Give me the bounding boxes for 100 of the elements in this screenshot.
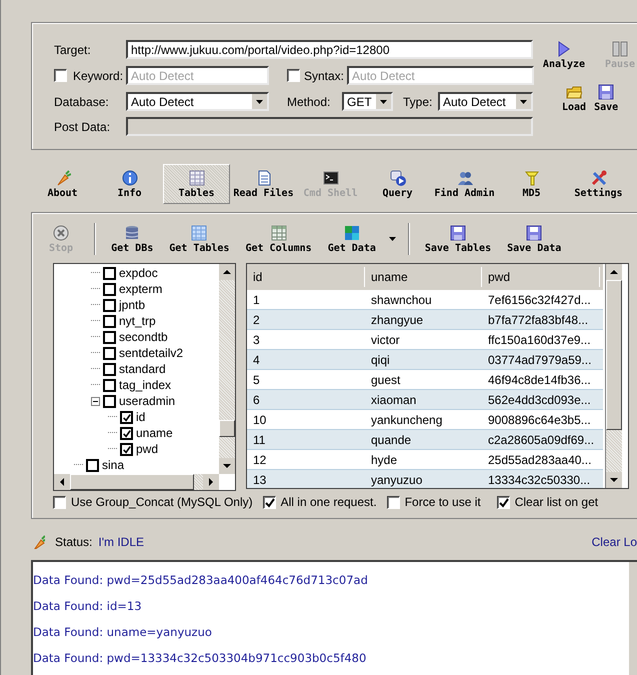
tree-item[interactable]: pwd	[136, 442, 158, 456]
field-label: Target:	[54, 42, 92, 56]
checkbox[interactable]	[54, 69, 67, 82]
tools-icon	[590, 170, 606, 186]
scrollbar[interactable]	[54, 474, 219, 490]
collapse-toggle[interactable]	[91, 396, 100, 406]
checkbox[interactable]	[103, 282, 116, 296]
table-tree[interactable]: expdoc expterm jpntb nyt_trp secondtb sentdetailv2 standard tag_index useradmin id uname pwd sina	[53, 263, 236, 491]
scrollbar[interactable]	[605, 264, 622, 488]
table-cell-text: qiqi	[370, 352, 391, 366]
checkbox[interactable]	[103, 266, 116, 280]
checkbox[interactable]	[103, 362, 116, 376]
column-header[interactable]: uname	[365, 267, 482, 287]
toolbar-button[interactable]: Save Data	[502, 221, 566, 257]
tree-item[interactable]: standard	[119, 362, 166, 376]
column-header[interactable]: pwd	[482, 267, 600, 287]
toolbar-button[interactable]: Save	[590, 83, 622, 114]
caret-icon	[388, 237, 396, 241]
table-cell-text: 13334c32c50330...	[487, 472, 592, 486]
url-field[interactable]: http://www.jukuu.com/portal/video.php?id=12800	[126, 40, 533, 59]
checkbox[interactable]	[120, 410, 133, 424]
tree-item[interactable]: uname	[136, 426, 173, 440]
toolbar-button[interactable]: Get Tables	[164, 221, 234, 257]
stop-icon	[53, 225, 70, 241]
checkbox[interactable]	[386, 496, 400, 508]
tree-item[interactable]: sina	[102, 458, 124, 472]
log-line: Data Found: id=13	[33, 599, 143, 615]
checkbox[interactable]	[103, 298, 116, 312]
toolbar-button[interactable]: Get DBs	[106, 221, 158, 257]
tab[interactable]: About	[29, 164, 96, 204]
keyword-field[interactable]: Auto Detect	[126, 66, 269, 85]
checkbox[interactable]	[103, 394, 116, 408]
tab[interactable]: Tables	[163, 164, 230, 204]
checkbox[interactable]	[120, 426, 133, 440]
toolbar-button[interactable]: Save Tables	[420, 221, 496, 257]
tab[interactable]: Query	[364, 164, 431, 204]
database-icon	[124, 225, 140, 241]
tree-item[interactable]: useradmin	[119, 394, 176, 408]
tree-item[interactable]: tag_index	[119, 378, 172, 392]
toolbar-button[interactable]: Analyze	[536, 40, 592, 71]
tree-item[interactable]: jpntb	[119, 298, 146, 312]
dropdown-button[interactable]	[386, 237, 398, 241]
clear-log-link[interactable]: Clear Lo	[592, 535, 637, 549]
table-cell-text: 03774ad7979a59...	[487, 352, 592, 366]
table-cell-text: 562e4dd3cd093e...	[487, 392, 592, 406]
scrollbar[interactable]	[219, 264, 235, 474]
syntax-field[interactable]: Auto Detect	[347, 66, 534, 85]
tab[interactable]: Info	[96, 164, 163, 204]
dropdown[interactable]: GET	[342, 92, 393, 111]
log-line: Data Found: pwd=13334c32c503304b971cc903b0c5f480	[33, 651, 368, 667]
tree-item[interactable]: expterm	[119, 282, 162, 296]
field-label: Type:	[403, 94, 434, 108]
checkbox-label: All in one request.	[280, 495, 377, 509]
checkbox[interactable]	[120, 442, 133, 456]
scrollbar-thumb[interactable]	[606, 280, 622, 430]
tab[interactable]: Settings	[565, 164, 632, 204]
table-cell-text: 5	[252, 372, 261, 386]
checkbox[interactable]	[287, 69, 300, 82]
checkbox-label: Force to use it	[404, 495, 481, 509]
tree-item[interactable]: secondtb	[119, 330, 168, 344]
field-label: Method:	[287, 94, 332, 108]
document-icon	[256, 170, 272, 186]
table-icon	[188, 170, 204, 186]
table-cell-text: 11	[252, 432, 266, 446]
scrollbar[interactable]	[629, 562, 637, 675]
folder-icon	[566, 84, 582, 100]
column-header[interactable]: id	[247, 267, 365, 287]
scrollbar-thumb[interactable]	[219, 420, 235, 437]
tab[interactable]: Read Files	[230, 164, 297, 204]
toolbar-button[interactable]: Get Data	[322, 221, 381, 257]
table-icon	[191, 225, 208, 241]
field-label: Database:	[54, 94, 110, 108]
tab[interactable]: MD5	[498, 164, 565, 204]
checkbox[interactable]	[103, 346, 116, 360]
tree-item[interactable]: nyt_trp	[119, 314, 156, 328]
checkbox[interactable]	[262, 496, 276, 508]
table-cell-text: 12	[252, 452, 268, 466]
terminal-icon	[322, 170, 338, 186]
checkbox[interactable]	[53, 496, 66, 508]
check-icon	[264, 496, 275, 508]
checkbox[interactable]	[86, 458, 99, 472]
table-cell-text: 3	[252, 332, 261, 346]
dropdown[interactable]: Auto Detect	[126, 92, 269, 111]
checkbox[interactable]	[496, 496, 510, 508]
toolbar-button[interactable]: Get Columns	[240, 221, 317, 257]
tree-item[interactable]: expdoc	[119, 266, 158, 280]
checkbox[interactable]	[103, 314, 116, 328]
check-icon	[498, 496, 509, 508]
checkbox[interactable]	[103, 378, 116, 392]
tree-item[interactable]: id	[136, 410, 146, 424]
checkbox[interactable]	[103, 330, 116, 344]
table-cell-text: victor	[370, 332, 401, 346]
toolbar-button[interactable]: Load	[558, 83, 590, 114]
dropdown[interactable]: Auto Detect	[438, 92, 533, 111]
scrollbar-thumb[interactable]	[70, 474, 194, 490]
table-cell-text: zhangyue	[370, 312, 424, 326]
tree-item[interactable]: sentdetailv2	[119, 346, 184, 360]
table-cell-text: quande	[370, 432, 412, 446]
query-icon	[390, 170, 406, 186]
tab[interactable]: Find Admin	[431, 164, 498, 204]
